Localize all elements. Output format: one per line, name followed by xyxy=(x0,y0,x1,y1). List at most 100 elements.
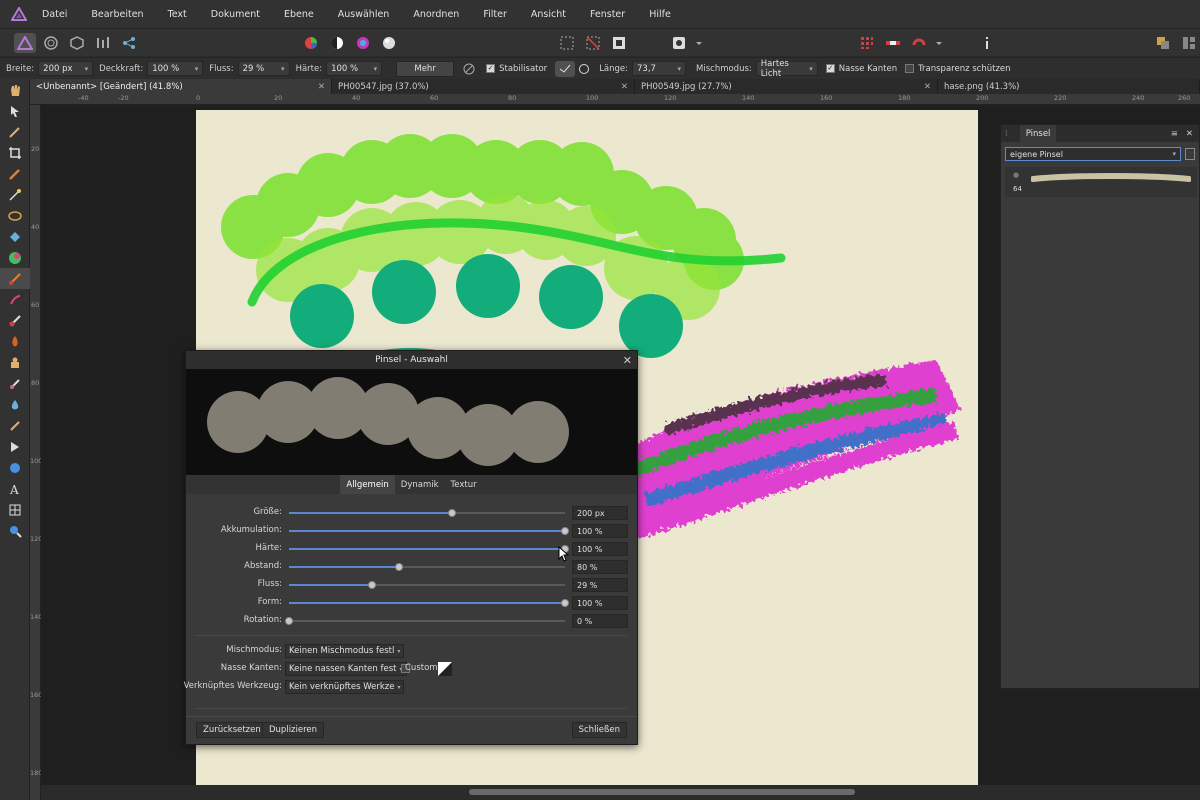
window-mode-icon[interactable] xyxy=(575,61,593,77)
wet-edge-curve-icon[interactable] xyxy=(438,662,452,676)
dodge-brush-tool-icon[interactable] xyxy=(0,289,30,310)
menu-anordnen[interactable]: Anordnen xyxy=(413,9,459,20)
assistant-icon[interactable] xyxy=(882,33,904,53)
zoom-tool-icon[interactable] xyxy=(0,520,30,541)
mischmodus-select[interactable]: Hartes Licht ▾ xyxy=(755,59,818,79)
marquee-tool-icon[interactable] xyxy=(0,205,30,226)
crop-tool-icon[interactable] xyxy=(0,142,30,163)
snapping-dropdown-icon[interactable] xyxy=(934,33,944,53)
burn-brush-tool-icon[interactable] xyxy=(0,331,30,352)
tab-pinsel[interactable]: Pinsel xyxy=(1019,125,1057,142)
menu-dokument[interactable]: Dokument xyxy=(211,9,260,20)
photo-persona-icon[interactable] xyxy=(14,33,36,53)
brush-settings-icon[interactable] xyxy=(460,61,478,77)
close-icon[interactable]: ✕ xyxy=(924,82,931,92)
slider-handle[interactable] xyxy=(395,563,404,571)
slider-value-field[interactable]: 100 % xyxy=(572,524,628,538)
menu-ansicht[interactable]: Ansicht xyxy=(531,9,566,20)
horizontal-scrollbar[interactable] xyxy=(41,785,1200,800)
brush-item[interactable]: ● 64 xyxy=(1005,167,1197,197)
tab-allgemein[interactable]: Allgemein xyxy=(340,475,395,494)
close-icon[interactable]: ✕ xyxy=(318,82,325,92)
menu-filter[interactable]: Filter xyxy=(483,9,507,20)
color-picker-tool-icon[interactable] xyxy=(0,121,30,142)
mischmodus-select[interactable]: Keinen Mischmodus festl ▾ xyxy=(285,644,405,658)
duplicate-button[interactable]: Duplizieren xyxy=(262,722,325,738)
text-tool-icon[interactable]: A xyxy=(0,478,30,499)
close-icon[interactable]: ✕ xyxy=(1186,129,1193,139)
mesh-warp-tool-icon[interactable] xyxy=(0,499,30,520)
brush-category-select[interactable]: eigene Pinsel ▾ xyxy=(1005,147,1181,161)
slider-value-field[interactable]: 200 px xyxy=(572,506,628,520)
menu-datei[interactable]: Datei xyxy=(42,9,67,20)
slider-value-field[interactable]: 100 % xyxy=(572,542,628,556)
slider-handle[interactable] xyxy=(561,527,569,535)
flood-select-tool-icon[interactable] xyxy=(0,184,30,205)
pen-tool-icon[interactable] xyxy=(0,436,30,457)
contrast-icon[interactable] xyxy=(326,33,348,53)
transparenz-checkbox[interactable] xyxy=(905,64,915,73)
gradient-tool-icon[interactable] xyxy=(0,247,30,268)
breite-field[interactable]: 200 px ▾ xyxy=(38,61,94,76)
scrollbar-thumb[interactable] xyxy=(469,789,855,795)
tab-dynamik[interactable]: Dynamik xyxy=(395,475,445,494)
slider-handle[interactable] xyxy=(367,581,376,589)
quick-mask-dropdown-icon[interactable] xyxy=(694,33,704,53)
studio-layout-icon[interactable] xyxy=(1178,33,1200,53)
shape-tool-icon[interactable] xyxy=(0,457,30,478)
haerte-field[interactable]: 100 % ▾ xyxy=(326,61,383,76)
hand-tool-icon[interactable] xyxy=(0,79,30,100)
grid-icon[interactable] xyxy=(856,33,878,53)
tab-ph00549[interactable]: PH00549.jpg (27.7%) ✕ xyxy=(635,79,938,94)
move-tool-icon[interactable] xyxy=(0,100,30,121)
horizontal-ruler[interactable]: -40 -20 0 20 40 60 80 100 120 140 160 18… xyxy=(30,94,1200,105)
hsl-icon[interactable] xyxy=(352,33,374,53)
export-persona-icon[interactable] xyxy=(118,33,140,53)
close-button[interactable]: Schließen xyxy=(571,722,627,738)
slider-track[interactable] xyxy=(289,509,565,517)
slider-track[interactable] xyxy=(289,599,569,607)
fluss-field[interactable]: 29 % ▾ xyxy=(237,61,290,76)
help-info-icon[interactable] xyxy=(976,33,998,53)
tab-hase[interactable]: hase.png (41.3%) xyxy=(938,79,1200,94)
tab-unbenannt[interactable]: <Unbenannt> [Geändert] (41.8%) ✕ xyxy=(30,79,332,94)
menu-auswaehlen[interactable]: Auswählen xyxy=(338,9,390,20)
arrange-icon[interactable] xyxy=(1152,33,1174,53)
tab-textur[interactable]: Textur xyxy=(445,475,483,494)
mehr-button[interactable]: Mehr xyxy=(396,60,455,77)
tab-ph00547[interactable]: PH00547.jpg (37.0%) ✕ xyxy=(332,79,635,94)
color-wheel-icon[interactable] xyxy=(300,33,322,53)
rope-mode-icon[interactable] xyxy=(555,60,576,77)
menu-fenster[interactable]: Fenster xyxy=(590,9,625,20)
slider-track[interactable] xyxy=(289,545,569,553)
menu-hilfe[interactable]: Hilfe xyxy=(649,9,671,20)
smudge-tool-icon[interactable] xyxy=(0,373,30,394)
slider-handle[interactable] xyxy=(561,599,569,607)
slider-track[interactable] xyxy=(285,617,565,625)
werkzeug-select[interactable]: Kein verknüpftes Werkze ▾ xyxy=(285,680,405,694)
inpainting-tool-icon[interactable] xyxy=(0,352,30,373)
deselect-icon[interactable] xyxy=(582,33,604,53)
slider-value-field[interactable]: 0 % xyxy=(572,614,628,628)
deckkraft-field[interactable]: 100 % ▾ xyxy=(147,61,204,76)
flood-fill-tool-icon[interactable] xyxy=(0,226,30,247)
invert-selection-icon[interactable] xyxy=(608,33,630,53)
nasse-kanten-checkbox[interactable]: ✓ xyxy=(825,64,835,73)
laenge-field[interactable]: 73,7 ▾ xyxy=(632,61,687,76)
slider-track[interactable] xyxy=(289,563,565,571)
menu-text[interactable]: Text xyxy=(168,9,187,20)
red-eye-tool-icon[interactable] xyxy=(0,415,30,436)
affinity-logo-icon[interactable] xyxy=(10,6,28,22)
nasse-kanten-select[interactable]: Keine nassen Kanten fest▾ xyxy=(285,662,407,676)
slider-handle[interactable] xyxy=(285,617,293,625)
blur-tool-icon[interactable] xyxy=(0,394,30,415)
dialog-title-bar[interactable]: Pinsel - Auswahl ✕ xyxy=(186,351,637,369)
slider-value-field[interactable]: 80 % xyxy=(572,560,628,574)
stabilisator-checkbox[interactable]: ✓ xyxy=(486,64,496,73)
slider-track[interactable] xyxy=(289,581,565,589)
panel-grip-icon[interactable]: ⁞ xyxy=(1005,129,1008,139)
close-icon[interactable]: ✕ xyxy=(623,354,632,367)
vertical-ruler[interactable]: 20 40 60 80 100 120 140 160 180 xyxy=(30,105,42,800)
liquify-persona-icon[interactable] xyxy=(40,33,62,53)
slider-handle[interactable] xyxy=(447,509,456,517)
